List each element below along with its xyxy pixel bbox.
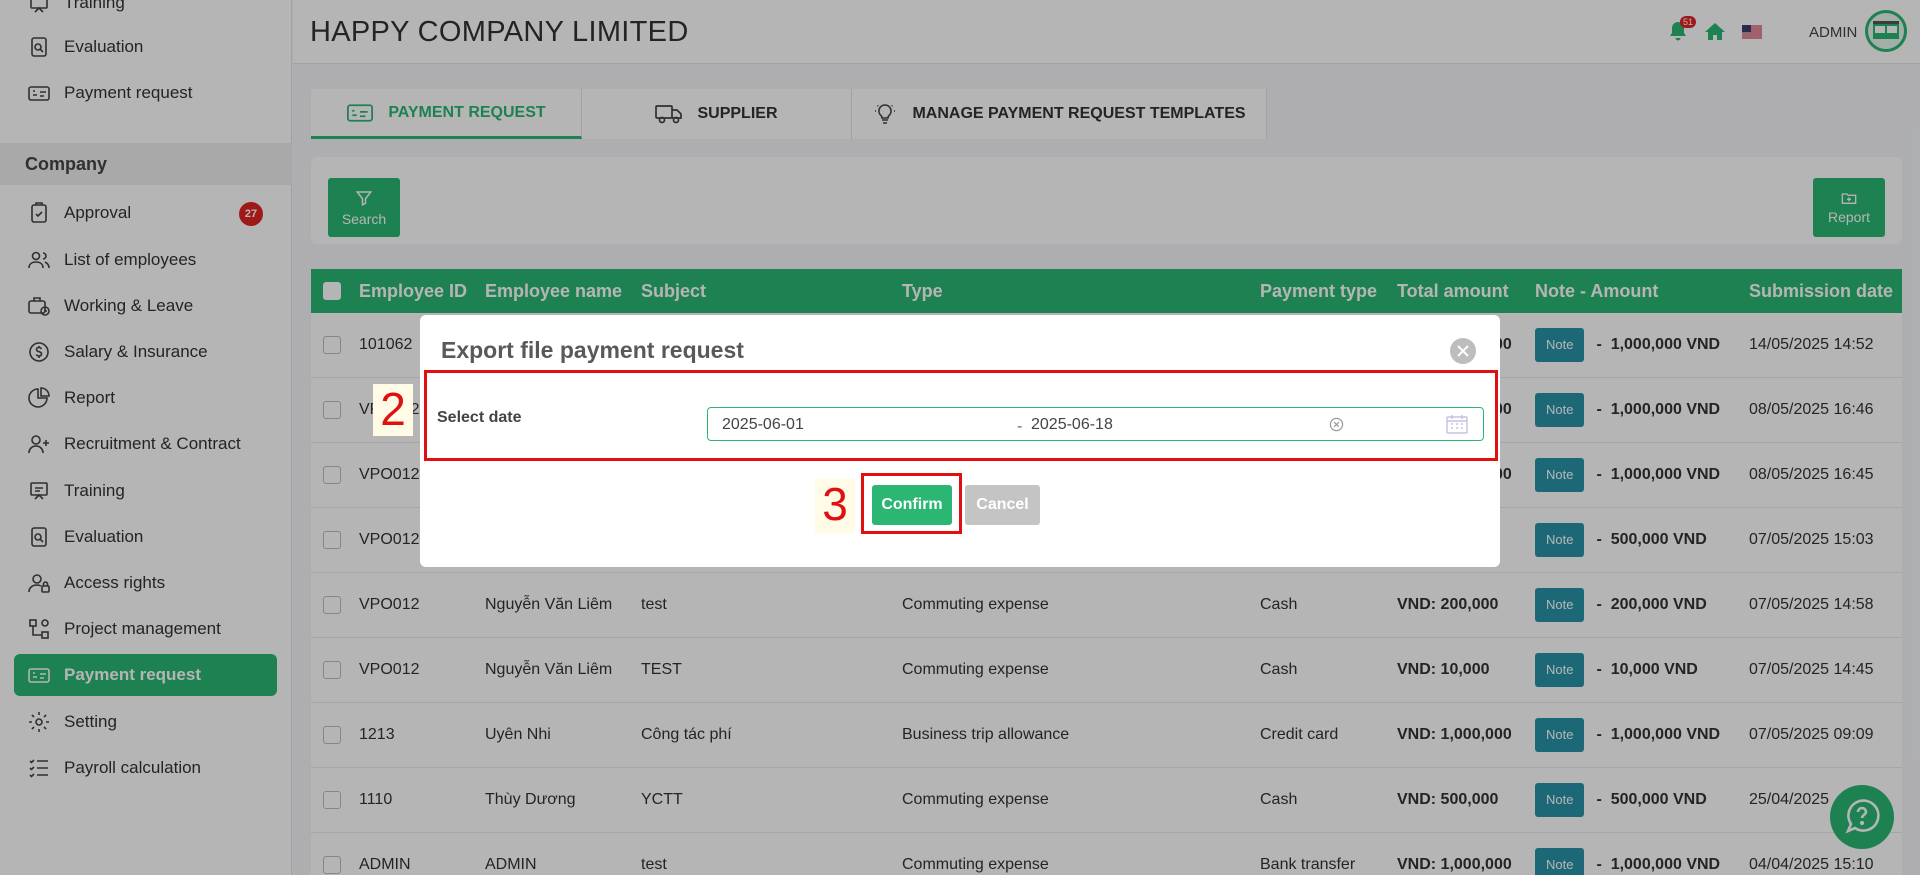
- annotation-box-step3: [861, 473, 962, 534]
- close-icon[interactable]: [1450, 338, 1476, 364]
- modal-title: Export file payment request: [441, 337, 744, 363]
- annotation-number-2: 2: [373, 384, 413, 436]
- annotation-number-3: 3: [815, 479, 855, 533]
- cancel-button[interactable]: Cancel: [965, 485, 1040, 525]
- annotation-box-step2: [424, 370, 1498, 461]
